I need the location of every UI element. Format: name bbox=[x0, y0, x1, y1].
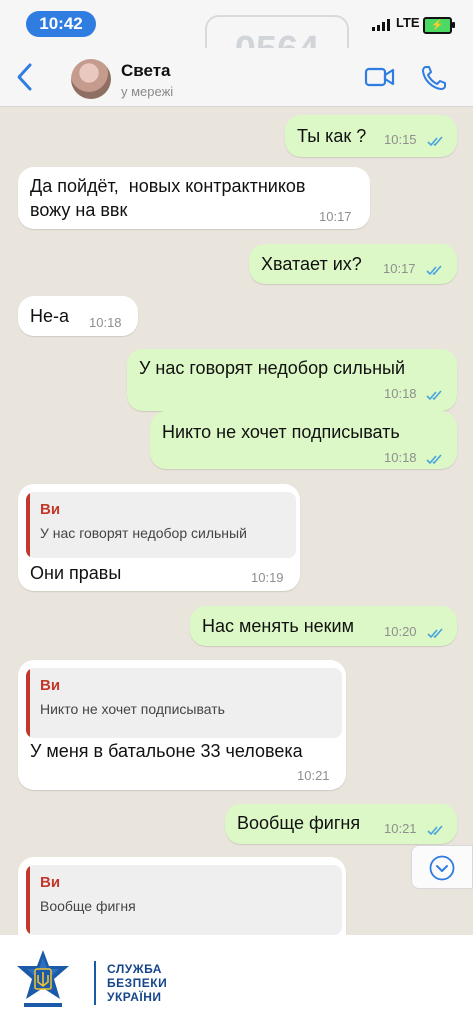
message-time: 10:18 bbox=[384, 386, 417, 401]
message-time: 10:17 bbox=[383, 261, 416, 276]
outgoing-message[interactable]: Хватает их? 10:17 bbox=[249, 244, 457, 284]
status-time: 10:42 bbox=[26, 11, 96, 37]
message-time: 10:15 bbox=[384, 132, 417, 147]
contact-status: у мережі bbox=[121, 84, 174, 99]
outgoing-message[interactable]: У нас говорят недобор сильный 10:18 bbox=[127, 349, 457, 411]
status-bar: 10:42 0564 LTE ⚡ bbox=[0, 0, 473, 89]
sbu-footer: СЛУЖБА БЕЗПЕКИ УКРАЇНИ bbox=[0, 935, 473, 1024]
message-text: Ты как ? bbox=[297, 126, 367, 146]
phone-call-icon[interactable] bbox=[420, 64, 448, 92]
sbu-name-line-1: СЛУЖБА bbox=[107, 962, 162, 976]
outgoing-message[interactable]: Никто не хочет подписывать 10:18 bbox=[150, 411, 457, 469]
message-time: 10:19 bbox=[251, 570, 284, 585]
message-text: Хватает их? bbox=[261, 254, 362, 274]
message-time: 10:21 bbox=[297, 768, 330, 783]
back-arrow-icon[interactable] bbox=[12, 60, 38, 94]
video-call-icon[interactable] bbox=[364, 66, 396, 88]
message-text: Они правы bbox=[30, 563, 122, 583]
read-ticks-icon bbox=[427, 825, 443, 836]
outgoing-message[interactable]: Вообще фигня 10:21 bbox=[225, 804, 457, 844]
message-time: 10:21 bbox=[384, 821, 417, 836]
message-time: 10:18 bbox=[384, 450, 417, 465]
message-text: Вообще фигня bbox=[237, 813, 361, 833]
sbu-emblem-icon bbox=[17, 950, 69, 1007]
footer-divider bbox=[94, 961, 96, 1005]
incoming-message[interactable]: Не-а 10:18 bbox=[18, 296, 138, 336]
incoming-reply-message[interactable]: Ви Никто не хочет подписывать У меня в б… bbox=[18, 660, 346, 790]
quote-author: Ви bbox=[40, 677, 61, 694]
incoming-reply-message[interactable]: Ви Вообще фигня bbox=[18, 857, 346, 935]
message-text: Нас менять неким bbox=[202, 616, 354, 636]
avatar[interactable] bbox=[71, 59, 111, 99]
outgoing-message[interactable]: Ты как ? 10:15 bbox=[285, 115, 457, 157]
signal-icon bbox=[372, 19, 390, 31]
read-ticks-icon bbox=[427, 136, 443, 147]
outgoing-message[interactable]: Нас менять неким 10:20 bbox=[190, 606, 457, 646]
quoted-message[interactable]: Ви Вообще фигня bbox=[26, 865, 342, 935]
message-list[interactable]: Ты как ? 10:15 Да пойдёт, новых контракт… bbox=[0, 107, 473, 935]
message-time: 10:18 bbox=[89, 315, 122, 330]
network-type: LTE bbox=[396, 15, 420, 30]
message-text: У нас говорят недобор сильный bbox=[139, 358, 406, 378]
quoted-message[interactable]: Ви Никто не хочет подписывать bbox=[26, 668, 342, 738]
message-time: 10:20 bbox=[384, 624, 417, 639]
message-text: Да пойдёт, новых контрактников вожу на в… bbox=[30, 176, 306, 220]
incoming-message[interactable]: Да пойдёт, новых контрактников вожу на в… bbox=[18, 167, 370, 229]
quoted-message[interactable]: Ви У нас говорят недобор сильный bbox=[26, 492, 296, 558]
message-text: У меня в батальоне 33 человека bbox=[30, 741, 303, 761]
scroll-down-button[interactable] bbox=[411, 845, 473, 889]
message-time: 10:17 bbox=[319, 209, 352, 224]
quote-author: Ви bbox=[40, 874, 61, 891]
message-text: Никто не хочет подписывать bbox=[162, 422, 400, 442]
quote-author: Ви bbox=[40, 501, 61, 518]
quote-text: Вообще фигня bbox=[40, 898, 136, 914]
read-ticks-icon bbox=[427, 628, 443, 639]
chevron-down-icon bbox=[429, 855, 455, 881]
quote-text: Никто не хочет подписывать bbox=[40, 701, 225, 717]
quote-text: У нас говорят недобор сильный bbox=[40, 525, 247, 541]
read-ticks-icon bbox=[426, 265, 442, 276]
incoming-reply-message[interactable]: Ви У нас говорят недобор сильный Они пра… bbox=[18, 484, 300, 591]
battery-icon: ⚡ bbox=[423, 17, 455, 34]
read-ticks-icon bbox=[426, 390, 442, 401]
read-ticks-icon bbox=[426, 454, 442, 465]
sbu-name-line-2: БЕЗПЕКИ bbox=[107, 976, 168, 990]
message-text: Не-а bbox=[30, 306, 70, 326]
contact-name[interactable]: Света bbox=[121, 61, 171, 81]
sbu-name-line-3: УКРАЇНИ bbox=[107, 990, 162, 1004]
